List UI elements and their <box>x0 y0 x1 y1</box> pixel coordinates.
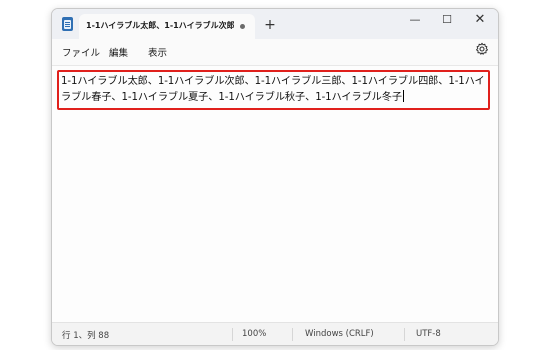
unsaved-dot-icon[interactable] <box>240 24 245 29</box>
menu-view[interactable]: 表示 <box>148 45 167 59</box>
cursor-position: 行 1、列 88 <box>62 331 110 341</box>
tab-document[interactable]: 1-1ハイラブル太郎、1-1ハイラブル次郎、1- <box>79 14 255 39</box>
notepad-app-icon <box>62 17 73 31</box>
tab-title: 1-1ハイラブル太郎、1-1ハイラブル次郎、1- <box>86 21 234 30</box>
status-bar: 行 1、列 88 100% Windows (CRLF) UTF-8 <box>52 322 498 345</box>
status-divider <box>232 328 233 341</box>
maximize-button[interactable]: ☐ <box>432 9 462 31</box>
notepad-window: 1-1ハイラブル太郎、1-1ハイラブル次郎、1- + — ☐ ✕ ファイル 編集… <box>51 8 499 346</box>
status-divider <box>292 328 293 341</box>
status-divider <box>404 328 405 341</box>
minimize-button[interactable]: — <box>400 9 430 31</box>
line-ending[interactable]: Windows (CRLF) <box>305 329 374 339</box>
menu-bar: ファイル 編集 表示 <box>52 39 498 65</box>
editor-text: 1-1ハイラブル太郎、1-1ハイラブル次郎、1-1ハイラブル三郎、1-1ハイラブ… <box>61 76 485 103</box>
title-bar[interactable]: 1-1ハイラブル太郎、1-1ハイラブル次郎、1- + — ☐ ✕ <box>52 9 498 39</box>
zoom-level[interactable]: 100% <box>242 329 266 339</box>
text-editor[interactable]: 1-1ハイラブル太郎、1-1ハイラブル次郎、1-1ハイラブル三郎、1-1ハイラブ… <box>52 65 498 322</box>
gear-icon[interactable] <box>475 42 489 56</box>
text-caret <box>402 90 404 102</box>
menu-file[interactable]: ファイル <box>62 45 100 59</box>
editor-content[interactable]: 1-1ハイラブル太郎、1-1ハイラブル次郎、1-1ハイラブル三郎、1-1ハイラブ… <box>61 74 493 106</box>
close-button[interactable]: ✕ <box>465 9 495 31</box>
new-tab-button[interactable]: + <box>261 16 279 34</box>
encoding[interactable]: UTF-8 <box>416 329 441 339</box>
menu-edit[interactable]: 編集 <box>109 45 128 59</box>
